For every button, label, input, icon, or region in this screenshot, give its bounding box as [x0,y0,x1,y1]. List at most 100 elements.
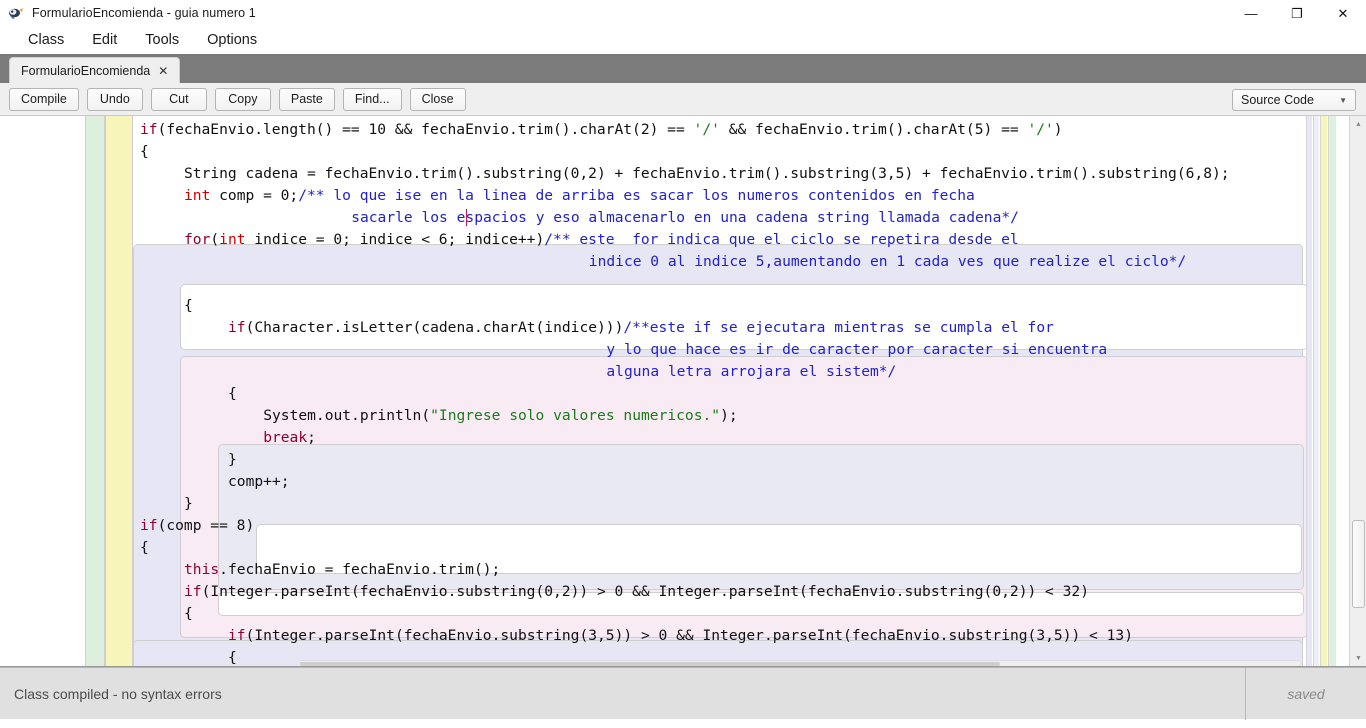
code-token: if [184,583,202,600]
code-token: { [228,649,237,666]
code-token: int [219,231,246,248]
tab-close-icon[interactable]: ✕ [158,65,168,77]
window-title: FormularioEncomienda - guia numero 1 [32,6,256,20]
code-line: y lo que hace es ir de caracter por cara… [606,339,1107,361]
code-token: comp++; [228,473,290,490]
cut-button[interactable]: Cut [150,87,207,111]
restore-button[interactable]: ❐ [1274,0,1320,26]
code-token: y lo que hace es ir de caracter por cara… [606,341,1108,358]
tab-formulario-encomienda[interactable]: FormularioEncomienda ✕ [9,57,181,83]
right-bar-4 [1328,116,1336,666]
code-line: if(fechaEnvio.length() == 10 && fechaEnv… [140,119,1063,141]
tab-strip: FormularioEncomienda ✕ [0,54,1366,83]
code-token: { [228,385,237,402]
menu-item-tools[interactable]: Tools [131,29,193,51]
code-line: for(int indice = 0; indice < 6; indice++… [184,229,1019,251]
code-line: int comp = 0;/** lo que ise en la linea … [184,185,975,207]
code-line: if(comp == 8) [140,515,254,537]
code-token: String cadena = fechaEnvio.trim().substr… [184,165,1230,182]
horizontal-scrollbar-thumb[interactable] [300,662,1000,666]
code-token: { [140,539,149,556]
code-line: if(Integer.parseInt(fechaEnvio.substring… [228,625,1133,647]
saved-status-label: saved [1287,686,1325,702]
code-token: sacarle los espacios y eso almacenarlo e… [351,209,1019,226]
code-canvas[interactable]: if(fechaEnvio.length() == 10 && fechaEnv… [0,116,1348,666]
view-mode-select[interactable]: Source Code ▼ [1232,89,1356,111]
code-token: System.out.println( [263,407,431,424]
code-line: { [140,537,149,559]
menu-item-options[interactable]: Options [193,29,271,51]
horizontal-scrollbar[interactable] [300,660,1300,666]
vertical-scrollbar-thumb[interactable] [1352,520,1365,608]
code-token: (fechaEnvio.length() == 10 && fechaEnvio… [157,121,694,138]
code-token: ); [720,407,738,424]
code-token: { [184,605,193,622]
right-bar-2 [1313,116,1319,666]
code-token: break [263,429,308,446]
scope-class [85,116,105,666]
close-button[interactable]: ✕ [1320,0,1366,26]
code-token: int [184,187,211,204]
chevron-down-icon: ▼ [1339,95,1347,105]
code-line: { [228,647,237,666]
code-token: /** este for indica que el ciclo se repe… [544,231,1019,248]
compile-button[interactable]: Compile [9,87,79,111]
code-token: ; [307,429,316,446]
code-line: { [140,141,149,163]
code-token: && fechaEnvio.trim().charAt(5) == [719,121,1028,138]
menu-item-edit[interactable]: Edit [78,29,131,51]
code-token: if [140,517,158,534]
status-bar-right: saved [1245,668,1366,720]
code-token: indice = 0; indice < 6; indice++) [245,231,545,248]
view-mode-value: Source Code [1241,93,1314,107]
copy-button[interactable]: Copy [214,87,271,111]
find-button[interactable]: Find... [342,87,402,111]
minimize-button[interactable]: — [1228,0,1274,26]
code-line: System.out.println("Ingrese solo valores… [263,405,737,427]
code-token: ) [1053,121,1063,138]
close-button-toolbar[interactable]: Close [409,87,466,111]
code-token: ( [210,231,220,248]
code-token: comp = 0; [210,187,299,204]
right-bar-3 [1320,116,1327,666]
paste-button[interactable]: Paste [278,87,335,111]
right-bar-1 [1306,116,1312,666]
code-line: } [184,493,193,515]
code-line: this.fechaEnvio = fechaEnvio.trim(); [184,559,500,581]
undo-button[interactable]: Undo [86,87,143,111]
code-token: if [228,627,246,644]
code-token: indice 0 al indice 5,aumentando en 1 cad… [588,253,1187,270]
bluej-app-icon [8,5,24,21]
code-line: alguna letra arrojara el sistem*/ [606,361,896,383]
code-token: } [184,495,193,512]
code-token: "Ingrese solo valores numericos." [430,407,721,424]
menu-item-class[interactable]: Class [14,29,78,51]
code-token: if [228,319,246,336]
code-token: (Character.isLetter(cadena.charAt(indice… [245,319,624,336]
editor-toolbar: Compile Undo Cut Copy Paste Find... Clos… [0,83,1366,116]
tab-label: FormularioEncomienda [21,63,151,78]
code-token: '/' [693,121,720,138]
code-token: '/' [1027,121,1054,138]
window-controls: — ❐ ✕ [1228,0,1366,26]
scroll-up-icon[interactable]: ▲ [1350,116,1366,133]
code-token: { [184,297,193,314]
code-line: if(Character.isLetter(cadena.charAt(indi… [228,317,1054,339]
code-token: /**este if se ejecutara mientras se cump… [623,319,1054,336]
code-token: (Integer.parseInt(fechaEnvio.substring(0… [201,583,1089,600]
code-editor[interactable]: if(fechaEnvio.length() == 10 && fechaEnv… [0,116,1366,667]
status-bar: Class compiled - no syntax errors saved [0,667,1366,720]
code-token: for [184,231,211,248]
code-token: { [140,143,149,160]
code-line: { [184,603,193,625]
vertical-scrollbar[interactable]: ▲ ▼ [1349,116,1366,666]
scope-method [105,116,133,666]
scroll-down-icon[interactable]: ▼ [1350,650,1366,666]
code-token: (comp == 8) [157,517,255,534]
code-token: (Integer.parseInt(fechaEnvio.substring(3… [245,627,1133,644]
code-token: .fechaEnvio = fechaEnvio.trim(); [219,561,501,578]
text-caret [465,209,467,226]
code-line: { [184,295,193,317]
code-token: if [140,121,158,138]
code-line: indice 0 al indice 5,aumentando en 1 cad… [589,251,1186,273]
